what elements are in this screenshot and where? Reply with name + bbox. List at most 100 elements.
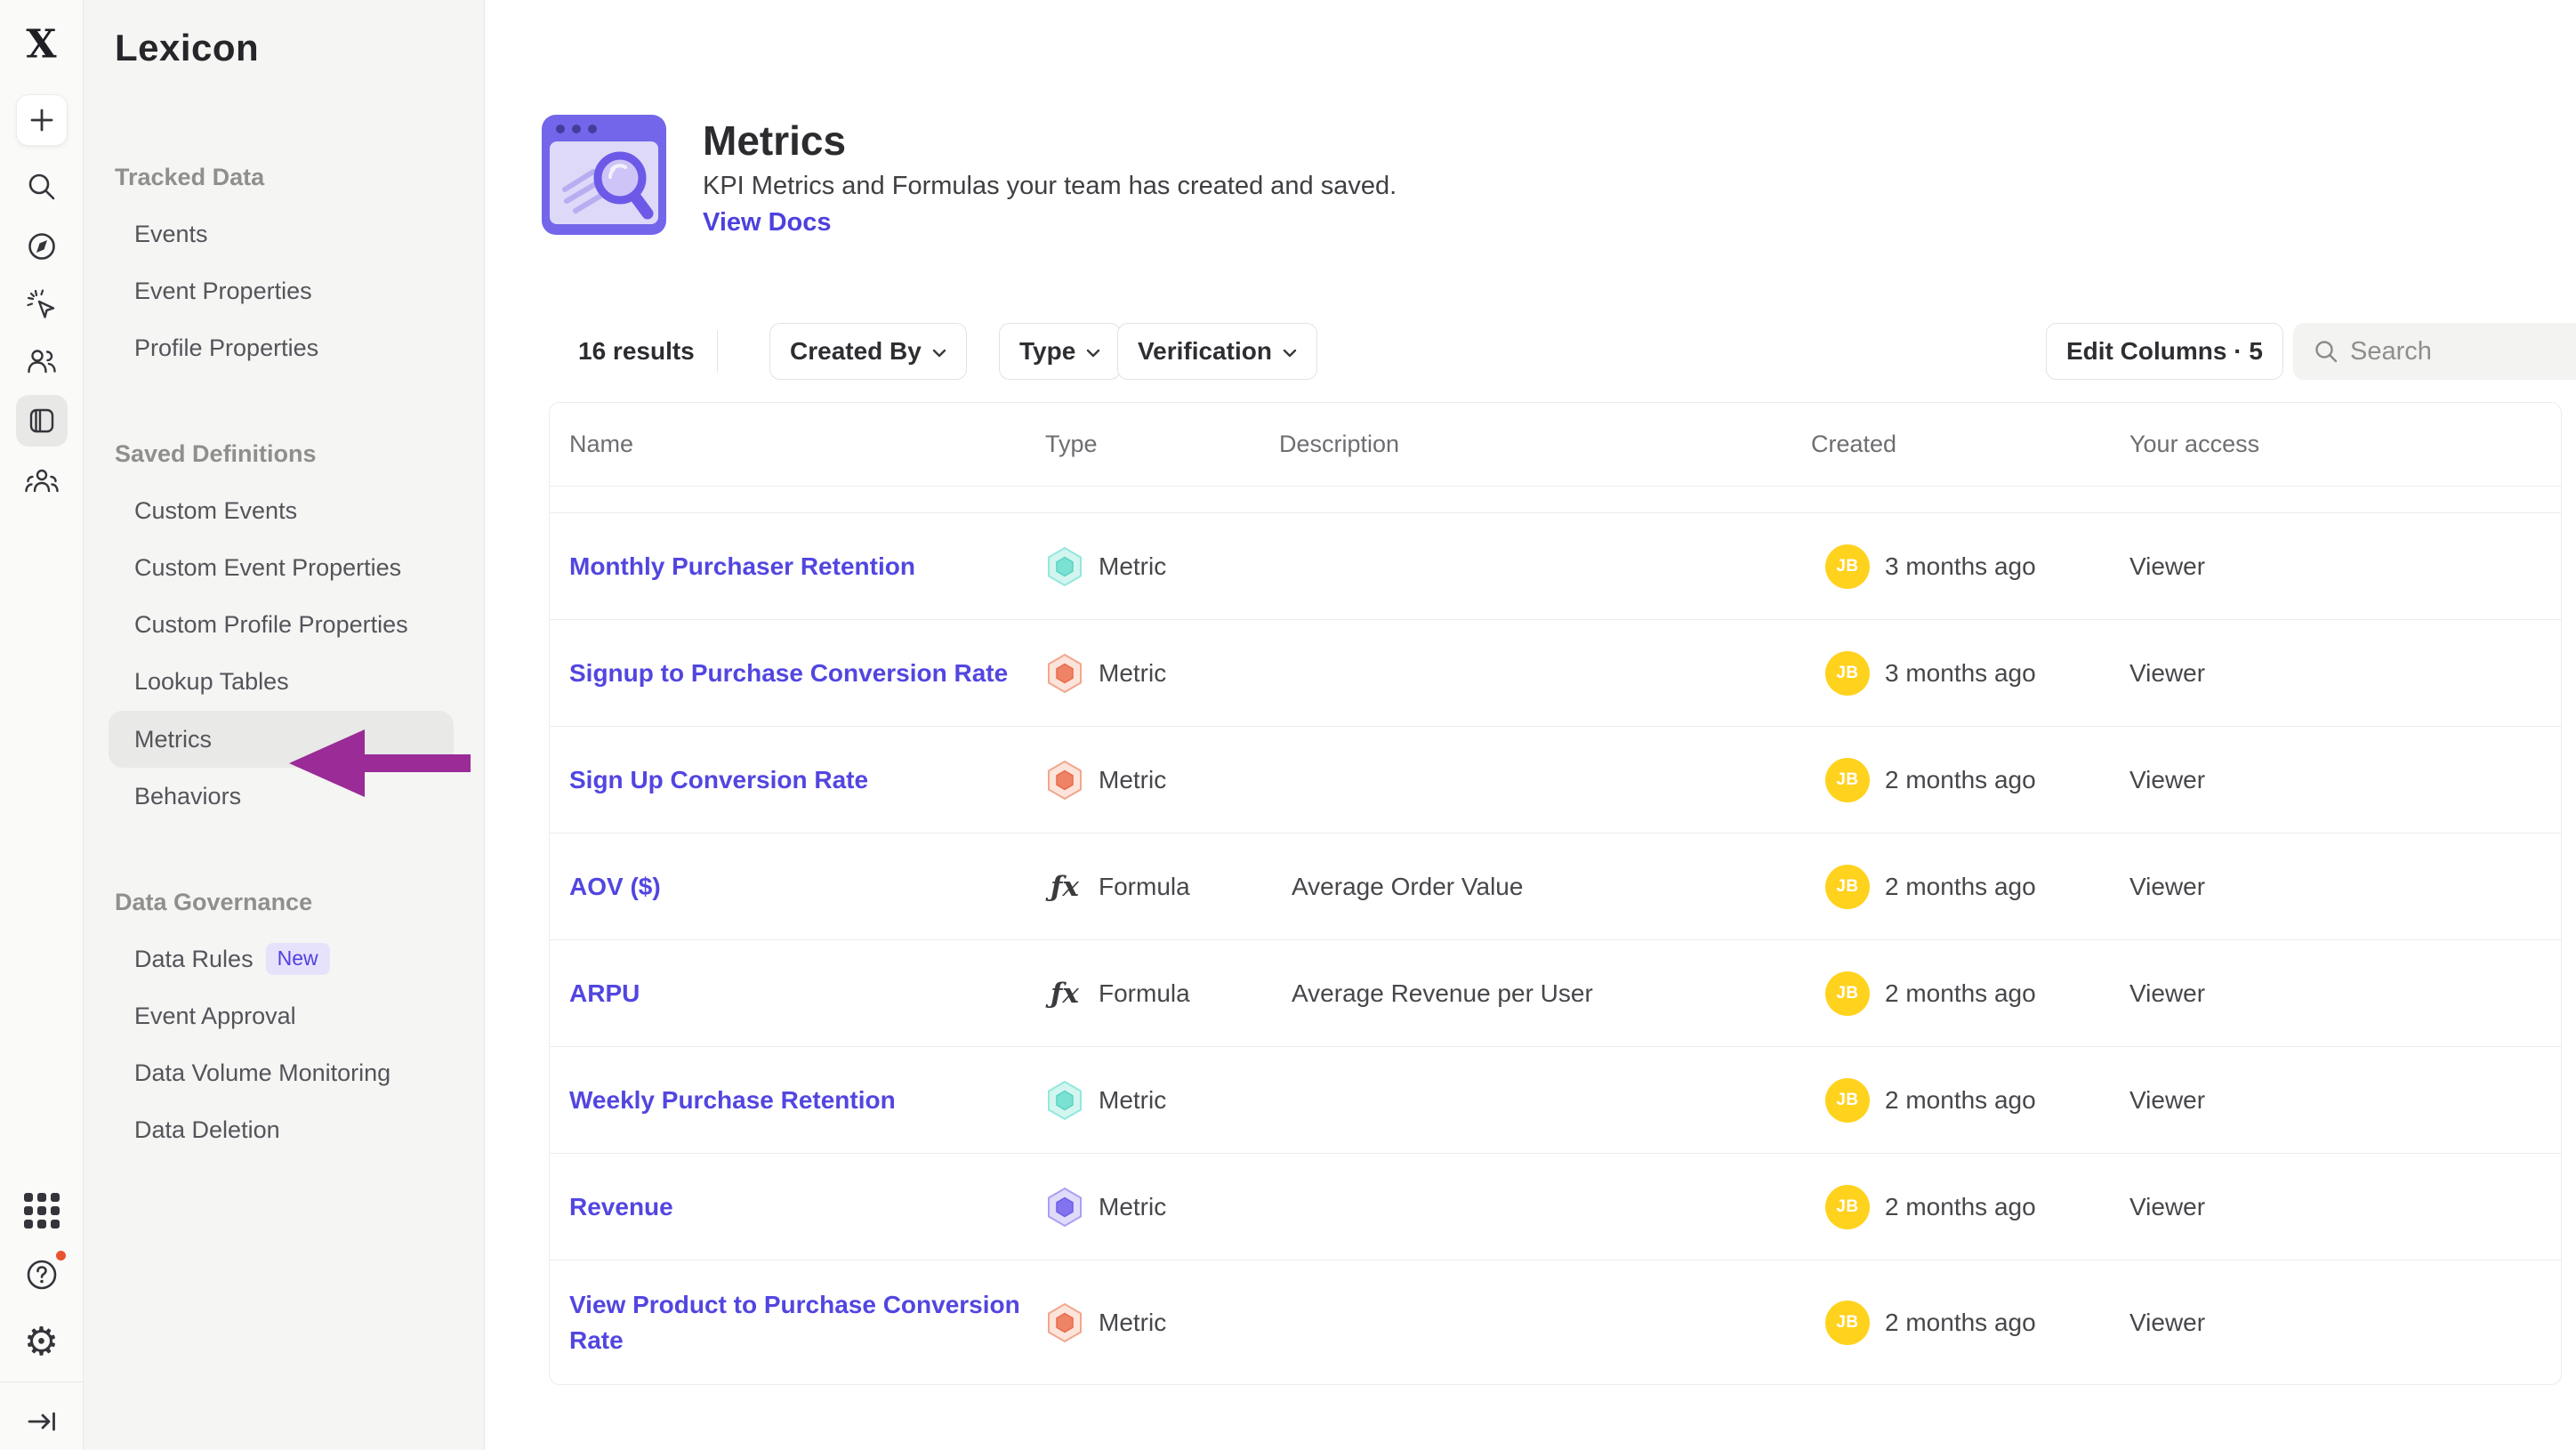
- sidebar-item-custom-profile-properties[interactable]: Custom Profile Properties: [134, 609, 484, 640]
- table-row[interactable]: AOV ($)ƒxFormulaAverage Order ValueJB2 m…: [550, 834, 2561, 940]
- sidebar-item-custom-events[interactable]: Custom Events: [134, 495, 484, 526]
- sidebar-item-label: Custom Profile Properties: [134, 609, 408, 640]
- users-nav-button[interactable]: [24, 343, 60, 379]
- app-title: Lexicon: [115, 27, 484, 69]
- cohorts-nav-button[interactable]: [23, 463, 60, 499]
- page-subtitle: KPI Metrics and Formulas your team has c…: [703, 172, 1397, 201]
- lexicon-sidebar: Lexicon Tracked Data Events Event Properti…: [84, 0, 485, 1450]
- column-header-type[interactable]: Type: [1045, 431, 1279, 458]
- metric-name-link[interactable]: Weekly Purchase Retention: [569, 1083, 896, 1118]
- sidebar-item-label: Data Volume Monitoring: [134, 1058, 390, 1088]
- filter-label: Type: [1019, 337, 1075, 366]
- column-header-access[interactable]: Your access: [2129, 431, 2561, 458]
- metric-hexagon-icon-purple: [1045, 1186, 1084, 1228]
- creator-avatar: JB: [1825, 971, 1870, 1016]
- sidebar-item-event-approval[interactable]: Event Approval: [134, 1001, 484, 1031]
- type-label: Metric: [1099, 766, 1166, 794]
- compass-icon: [24, 229, 60, 264]
- table-row[interactable]: ARPUƒxFormulaAverage Revenue per UserJB2…: [550, 940, 2561, 1047]
- lexicon-book-icon: [24, 403, 60, 439]
- column-header-name[interactable]: Name: [550, 431, 1045, 458]
- chevron-down-icon: [1283, 349, 1297, 358]
- help-button[interactable]: [22, 1255, 61, 1294]
- metric-name-link[interactable]: AOV ($): [569, 869, 661, 905]
- grid-icon: [24, 1193, 60, 1228]
- sidebar-item-data-deletion[interactable]: Data Deletion: [134, 1115, 484, 1145]
- plus-icon: [27, 105, 57, 135]
- sidebar-item-behaviors[interactable]: Behaviors: [134, 781, 484, 811]
- edit-columns-button[interactable]: Edit Columns · 5: [2046, 323, 2283, 380]
- sidebar-item-profile-properties[interactable]: Profile Properties: [134, 333, 484, 363]
- icon-rail: X: [0, 0, 84, 1450]
- search-icon: [24, 169, 60, 205]
- sidebar-item-label: Events: [134, 219, 208, 249]
- events-nav-button[interactable]: [24, 286, 60, 322]
- access-level: Viewer: [2129, 552, 2561, 581]
- metric-name-link[interactable]: Monthly Purchaser Retention: [569, 549, 915, 584]
- sidebar-item-data-volume-monitoring[interactable]: Data Volume Monitoring: [134, 1058, 484, 1088]
- table-row[interactable]: RevenueMetricJB2 months agoViewer: [550, 1154, 2561, 1261]
- sidebar-item-label: Lookup Tables: [134, 666, 289, 697]
- type-label: Formula: [1099, 873, 1190, 901]
- column-header-created[interactable]: Created: [1811, 431, 2129, 458]
- view-docs-link[interactable]: View Docs: [703, 208, 832, 238]
- sidebar-section-label: Tracked Data: [115, 162, 484, 192]
- filter-label: Verification: [1138, 337, 1272, 366]
- sidebar-item-event-properties[interactable]: Event Properties: [134, 276, 484, 306]
- table-header-row: Name Type Description Created Your acces…: [550, 403, 2561, 487]
- mixpanel-logo-icon: X: [26, 22, 56, 68]
- table-row[interactable]: Monthly Purchaser RetentionMetricJB3 mon…: [550, 513, 2561, 620]
- access-level: Viewer: [2129, 766, 2561, 794]
- access-level: Viewer: [2129, 979, 2561, 1008]
- metric-name-link[interactable]: Sign Up Conversion Rate: [569, 762, 868, 798]
- metric-name-link[interactable]: Signup to Purchase Conversion Rate: [569, 656, 1008, 691]
- apps-nav-button[interactable]: [24, 1193, 60, 1228]
- search-icon: [2313, 338, 2339, 365]
- sidebar-item-lookup-tables[interactable]: Lookup Tables: [134, 666, 484, 697]
- sidebar-item-label: Data Deletion: [134, 1115, 280, 1145]
- sidebar-item-custom-event-properties[interactable]: Custom Event Properties: [134, 552, 484, 583]
- chevron-down-icon: [1086, 349, 1100, 358]
- discover-nav-button[interactable]: [24, 229, 60, 264]
- created-time: 3 months ago: [1885, 659, 2036, 688]
- sign-out-icon: [24, 1404, 60, 1439]
- sidebar-item-label: Metrics: [134, 724, 212, 754]
- sidebar-item-events[interactable]: Events: [134, 219, 484, 249]
- toolbar-divider: [717, 330, 718, 373]
- sidebar-item-label: Data Rules: [134, 944, 254, 974]
- sidebar-item-label: Behaviors: [134, 781, 241, 811]
- search-nav-button[interactable]: [24, 169, 60, 205]
- table-row[interactable]: Signup to Purchase Conversion Rate Metric…: [550, 620, 2561, 727]
- users-icon: [24, 343, 60, 379]
- metric-name-link[interactable]: View Product to Purchase Conversion Rate: [569, 1287, 1045, 1358]
- cursor-click-icon: [24, 286, 60, 322]
- sidebar-item-metrics[interactable]: Metrics: [109, 711, 454, 768]
- lexicon-nav-button-active[interactable]: [16, 395, 68, 447]
- table-row[interactable]: View Product to Purchase Conversion Rate…: [550, 1261, 2561, 1384]
- metric-name-link[interactable]: Revenue: [569, 1189, 673, 1225]
- formula-fx-icon: ƒx: [1045, 871, 1084, 903]
- filter-type[interactable]: Type: [999, 323, 1121, 380]
- page-title: Metrics: [703, 117, 846, 165]
- filter-created-by[interactable]: Created By: [769, 323, 967, 380]
- sign-out-button[interactable]: [24, 1404, 60, 1439]
- sidebar-nav: Tracked Data Events Event Properties Profil…: [115, 162, 484, 1145]
- column-header-description[interactable]: Description: [1279, 431, 1811, 458]
- type-label: Metric: [1099, 659, 1166, 688]
- settings-button[interactable]: ⚙: [24, 1323, 59, 1362]
- table-row[interactable]: Sign Up Conversion RateMetricJB2 months …: [550, 727, 2561, 834]
- create-button[interactable]: [16, 94, 68, 146]
- search-field: [2293, 323, 2576, 380]
- created-time: 2 months ago: [1885, 979, 2036, 1008]
- chevron-down-icon: [932, 349, 946, 358]
- sidebar-item-label: Custom Event Properties: [134, 552, 401, 583]
- filter-verification[interactable]: Verification: [1117, 323, 1317, 380]
- sidebar-item-data-rules[interactable]: Data RulesNew: [134, 944, 484, 974]
- search-input[interactable]: [2350, 323, 2572, 380]
- access-level: Viewer: [2129, 659, 2561, 688]
- type-label: Metric: [1099, 552, 1166, 581]
- access-level: Viewer: [2129, 1309, 2561, 1337]
- table-row[interactable]: Weekly Purchase RetentionMetricJB2 month…: [550, 1047, 2561, 1154]
- creator-avatar: JB: [1825, 1301, 1870, 1345]
- metric-name-link[interactable]: ARPU: [569, 976, 640, 1011]
